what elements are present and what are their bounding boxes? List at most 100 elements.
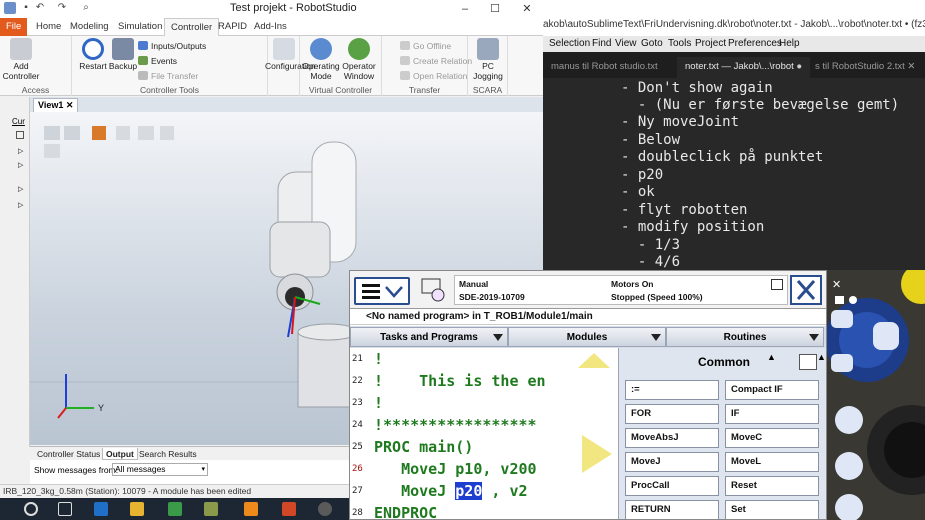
- menu-view[interactable]: View: [615, 38, 637, 49]
- menu-goto[interactable]: Goto: [641, 38, 663, 49]
- minimize-button[interactable]: –: [450, 0, 480, 18]
- instr-assign[interactable]: :=: [625, 380, 719, 400]
- tree-expander-icon[interactable]: ▷: [18, 161, 23, 169]
- tree-expander-icon[interactable]: ▷: [18, 147, 23, 155]
- powerpoint-icon[interactable]: [282, 502, 296, 516]
- app-icon[interactable]: [168, 502, 182, 516]
- app-icon[interactable]: [204, 502, 218, 516]
- tab-file[interactable]: File: [0, 18, 28, 36]
- close-button[interactable]: ✕: [512, 0, 542, 18]
- configuration-button[interactable]: Configuration: [265, 38, 316, 71]
- scroll-up-icon[interactable]: ▲: [817, 352, 826, 362]
- go-offline-button[interactable]: Go Offline: [400, 40, 451, 52]
- app-icon[interactable]: [318, 502, 332, 516]
- instr-return[interactable]: RETURN: [625, 500, 719, 519]
- menu-selection[interactable]: Selection: [549, 38, 590, 49]
- create-relation-button[interactable]: Create Relation: [400, 55, 472, 67]
- inputs-outputs-button[interactable]: Inputs/Outputs: [138, 40, 206, 52]
- menu-project[interactable]: Project: [695, 38, 726, 49]
- left-panel-tab[interactable]: Cur: [12, 117, 25, 126]
- tasks-and-programs-button[interactable]: Tasks and Programs: [350, 327, 508, 347]
- menu-find[interactable]: Find: [592, 38, 611, 49]
- toolbar-icon[interactable]: [64, 126, 80, 140]
- maximize-button[interactable]: ☐: [480, 0, 510, 18]
- menu-help[interactable]: Help: [779, 38, 800, 49]
- tab-output[interactable]: Output: [102, 448, 138, 460]
- instr-moveabsj[interactable]: MoveAbsJ: [625, 428, 719, 448]
- instr-for[interactable]: FOR: [625, 404, 719, 424]
- controller-icon: [10, 38, 32, 60]
- group-access: Add Controller Access: [0, 36, 72, 96]
- key-button[interactable]: [873, 322, 899, 350]
- tab-search-results[interactable]: Search Results: [136, 448, 200, 460]
- sublime-text-icon[interactable]: [244, 502, 258, 516]
- view-tabbar: View1 ✕: [30, 97, 543, 112]
- editor-line: - modify position: [621, 219, 765, 235]
- tab-controller-status[interactable]: Controller Status: [34, 448, 103, 460]
- tab-rapid[interactable]: RAPID: [212, 18, 253, 36]
- toolbar-icon[interactable]: [44, 126, 60, 140]
- toolbar-icon[interactable]: [116, 126, 130, 140]
- key-button[interactable]: [831, 354, 853, 372]
- scroll-up-icon[interactable]: ▲: [767, 352, 776, 362]
- outlook-icon[interactable]: [94, 502, 108, 516]
- file-transfer-button[interactable]: File Transfer: [138, 70, 198, 82]
- instr-movel[interactable]: MoveL: [725, 452, 819, 472]
- pendant-close-button[interactable]: [790, 275, 822, 305]
- tree-station-icon[interactable]: [16, 131, 24, 139]
- cursor-overlay: [578, 353, 612, 473]
- instr-proccall[interactable]: ProcCall: [625, 476, 719, 496]
- save-icon[interactable]: ▪: [20, 2, 32, 14]
- search-icon[interactable]: [24, 502, 38, 516]
- step-button[interactable]: [835, 452, 863, 480]
- axis-y-label: Y: [98, 403, 104, 413]
- tab-view1[interactable]: View1 ✕: [33, 98, 79, 112]
- instr-movej[interactable]: MoveJ: [625, 452, 719, 472]
- modules-button[interactable]: Modules: [508, 327, 666, 347]
- open-relation-button[interactable]: Open Relation: [400, 70, 467, 82]
- tab-controller[interactable]: Controller: [164, 18, 220, 36]
- toolbar-icon[interactable]: [160, 126, 174, 140]
- tab-simulation[interactable]: Simulation: [112, 18, 168, 36]
- instr-if[interactable]: IF: [725, 404, 819, 424]
- abb-menu-button[interactable]: [354, 277, 410, 305]
- routines-button[interactable]: Routines: [666, 327, 824, 347]
- toolbar-icon[interactable]: [138, 126, 154, 140]
- menu-tools[interactable]: Tools: [668, 38, 691, 49]
- pendant-topbar: Manual SDE-2019-10709 Motors On Stopped …: [350, 271, 826, 309]
- message-filter-select[interactable]: All messages ▾: [112, 463, 208, 476]
- sublime-tab[interactable]: s til RobotStudio 2.txt ✕: [807, 57, 923, 78]
- text-editor[interactable]: - Don't show again - (Nu er første bevæg…: [543, 78, 925, 280]
- backup-button[interactable]: Backup: [104, 38, 142, 71]
- rapid-code-editor[interactable]: 21 ! 22 ! This is the en 23 ! 24 !******…: [350, 348, 620, 519]
- add-controller-button[interactable]: Add Controller: [2, 38, 40, 81]
- operator-window-button[interactable]: Operator Window: [340, 38, 378, 81]
- picker-icon[interactable]: [799, 354, 817, 370]
- toolbar-icon[interactable]: [92, 126, 106, 140]
- pc-jogging-button[interactable]: PC Jogging: [469, 38, 507, 81]
- tab-add-ins[interactable]: Add-Ins: [248, 18, 293, 36]
- instr-movec[interactable]: MoveC: [725, 428, 819, 448]
- task-view-icon[interactable]: [58, 502, 72, 516]
- operating-mode-button[interactable]: Operating Mode: [302, 38, 340, 81]
- tab-modeling[interactable]: Modeling: [64, 18, 115, 36]
- undo-icon[interactable]: ↶: [34, 2, 46, 14]
- tree-expander-icon[interactable]: ▷: [18, 201, 23, 209]
- sublime-tab[interactable]: manus til Robot studio.txt: [543, 57, 666, 78]
- instr-reset[interactable]: Reset: [725, 476, 819, 496]
- menu-preferences[interactable]: Preferences: [728, 38, 782, 49]
- tree-expander-icon[interactable]: ▷: [18, 185, 23, 193]
- editor-line: - Don't show again: [621, 80, 773, 96]
- sublime-tab-active[interactable]: noter.txt — Jakob\...\robot ●: [677, 57, 811, 78]
- toolbar-icon[interactable]: [44, 144, 60, 158]
- redo-icon[interactable]: ↷: [56, 2, 68, 14]
- tab-home[interactable]: Home: [30, 18, 67, 36]
- key-button[interactable]: [831, 310, 853, 328]
- zoom-icon[interactable]: ⌕: [80, 2, 92, 14]
- file-explorer-icon[interactable]: [130, 502, 144, 516]
- run-button[interactable]: [835, 406, 863, 434]
- instr-compact-if[interactable]: Compact IF: [725, 380, 819, 400]
- events-button[interactable]: Events: [138, 55, 177, 67]
- robot-model[interactable]: [269, 141, 359, 408]
- instr-set[interactable]: Set: [725, 500, 819, 519]
